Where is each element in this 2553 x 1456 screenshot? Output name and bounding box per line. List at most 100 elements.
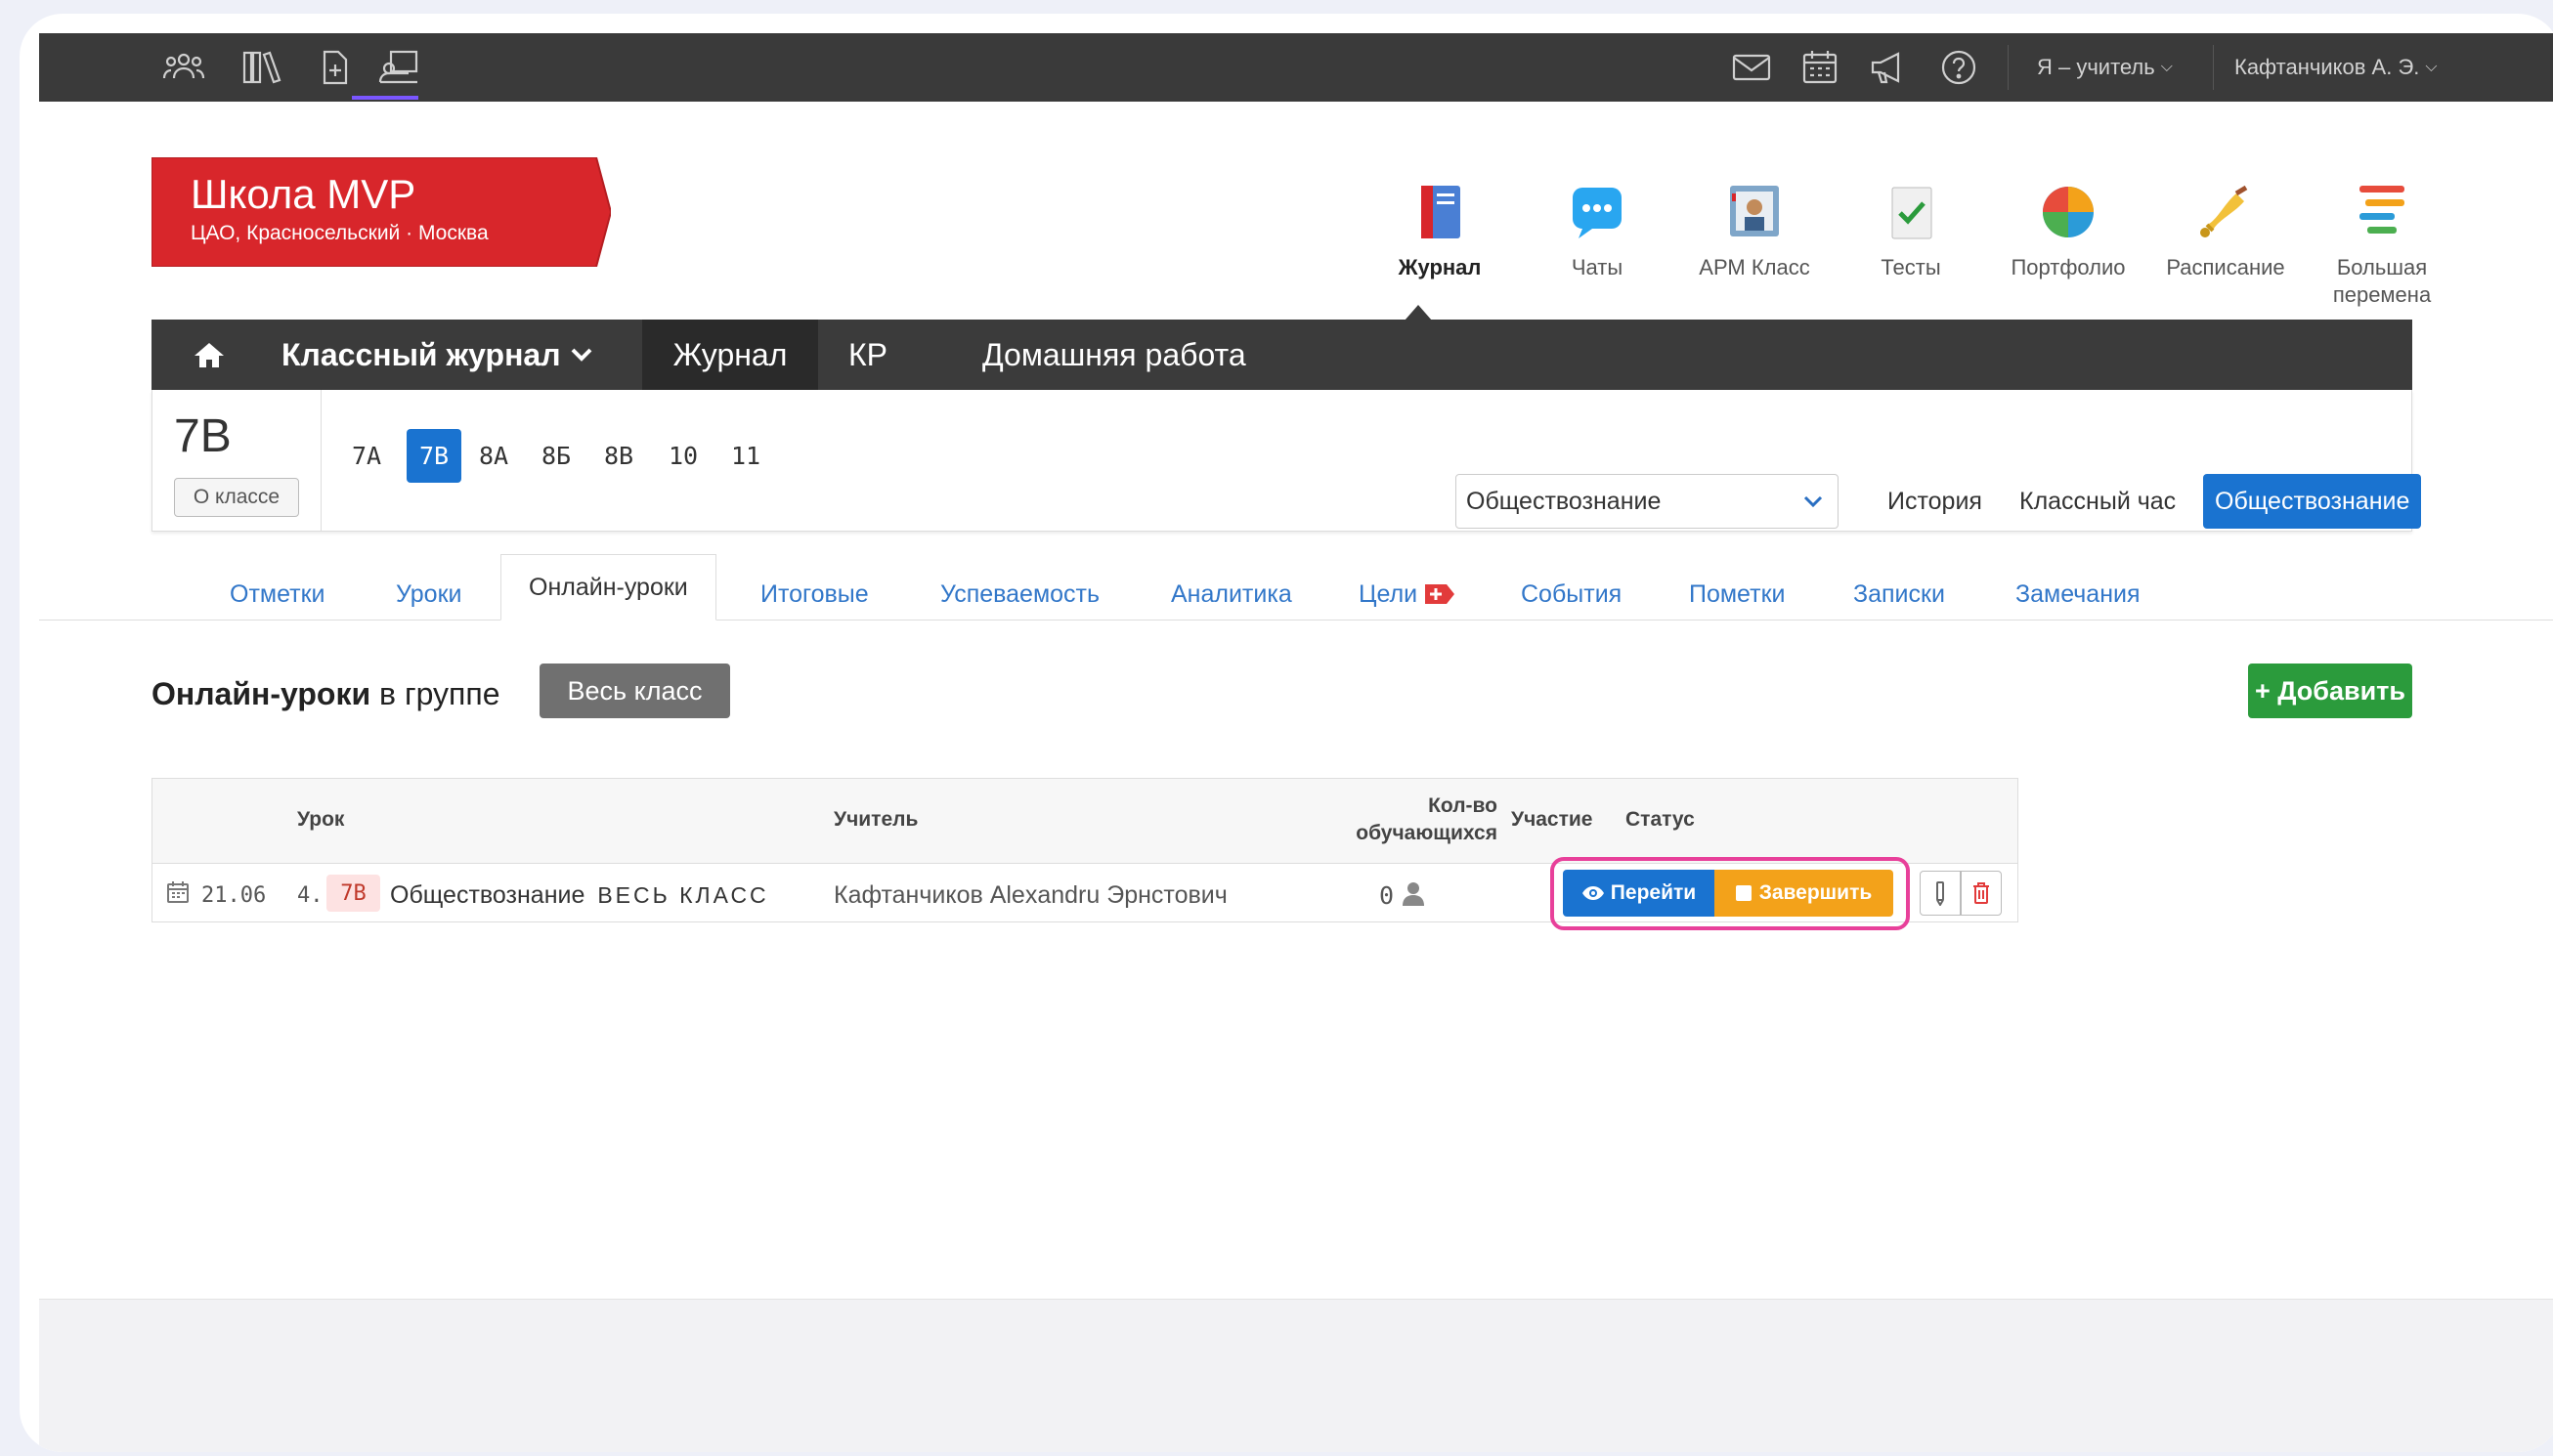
subject-history[interactable]: История <box>1887 474 1982 529</box>
group-selector-button[interactable]: Весь класс <box>540 664 730 718</box>
nav-kr-label: КР <box>848 336 887 372</box>
table-header: Урок Учитель Кол-во обучающихся Участие … <box>152 779 2017 864</box>
app-label: Журнал <box>1398 255 1482 279</box>
lesson-date: 21.06 <box>201 883 267 908</box>
lesson-number: 4. <box>297 883 324 908</box>
subject-class-hour[interactable]: Классный час <box>2019 474 2176 529</box>
class-8a[interactable]: 8А <box>473 429 514 483</box>
class-bar: 7В О классе 7А 7В 8А 8Б 8В 10 11 Обществ… <box>151 390 2422 532</box>
tab-progress[interactable]: Успеваемость <box>940 569 1100 620</box>
top-bar: Я – учитель ⌵ Кафтанчиков А. Э. ⌵ <box>39 33 2553 102</box>
pencil-icon <box>1936 881 1944 906</box>
school-name: Школа MVP <box>191 171 416 217</box>
app-label: Портфолио <box>2011 255 2126 279</box>
role-switcher[interactable]: Я – учитель ⌵ <box>2037 33 2173 102</box>
class-10[interactable]: 10 <box>663 429 704 483</box>
nav-homework[interactable]: Домашняя работа <box>982 320 1246 390</box>
subject-social-studies[interactable]: Обществознание <box>2203 474 2422 529</box>
user-menu[interactable]: Кафтанчиков А. Э. ⌵ <box>2234 33 2438 102</box>
eye-icon <box>1581 886 1604 900</box>
chevron-down-icon: ⌵ <box>2160 59 2173 75</box>
edit-button[interactable] <box>1920 871 1961 916</box>
tab-lessons[interactable]: Уроки <box>396 569 461 620</box>
subject-select[interactable]: Обществознание <box>1455 474 1839 529</box>
nav-journal-label: Журнал <box>672 336 788 372</box>
help-icon[interactable] <box>1937 49 1980 86</box>
stop-icon <box>1735 885 1752 901</box>
tab-notes[interactable]: Пометки <box>1689 569 1786 620</box>
nav-kr[interactable]: КР <box>848 320 887 390</box>
active-app-pointer <box>1405 305 1432 321</box>
chat-icon <box>1565 180 1629 244</box>
header-lesson: Урок <box>297 808 345 831</box>
tab-analytics[interactable]: Аналитика <box>1171 569 1292 620</box>
app-label: Тесты <box>1881 255 1941 279</box>
nav-homework-label: Домашняя работа <box>982 336 1246 372</box>
chevron-down-icon: ⌵ <box>2425 59 2438 75</box>
page-title-rest: в группе <box>370 676 500 711</box>
topbar-divider <box>2008 45 2009 90</box>
online-lessons-table: Урок Учитель Кол-во обучающихся Участие … <box>151 778 2018 930</box>
header-count-line1: Кол-во <box>1428 794 1497 817</box>
lesson-subject[interactable]: Обществознание ВЕСЬ КЛАСС <box>390 881 769 910</box>
app-portfolio[interactable]: Портфолио <box>1995 180 2142 281</box>
users-icon[interactable] <box>162 49 205 86</box>
footer <box>39 1299 2553 1452</box>
mail-icon[interactable] <box>1730 49 1773 86</box>
home-icon[interactable] <box>193 320 226 390</box>
tab-final[interactable]: Итоговые <box>760 569 869 620</box>
teacher-desk-icon[interactable] <box>377 49 420 86</box>
calendar-icon[interactable] <box>1798 49 1841 86</box>
role-label: Я – учитель <box>2037 55 2155 79</box>
school-logo[interactable]: Школа MVP ЦАО, Красносельский · Москва <box>151 157 611 267</box>
page-title: Онлайн-уроки в группе <box>151 676 500 712</box>
tab-online-lessons[interactable]: Онлайн-уроки <box>500 554 716 621</box>
about-class-button[interactable]: О классе <box>174 478 299 517</box>
tab-marks[interactable]: Отметки <box>230 569 325 620</box>
app-label: АРМ Класс <box>1699 255 1810 279</box>
app-tests[interactable]: Тесты <box>1838 180 1984 281</box>
app-label: Чаты <box>1571 255 1623 279</box>
app-label: Большая перемена <box>2332 255 2432 307</box>
header-teacher: Учитель <box>834 808 919 831</box>
tab-events[interactable]: События <box>1521 569 1622 620</box>
app-arm-class[interactable]: АРМ Класс <box>1681 180 1828 281</box>
screen: Я – учитель ⌵ Кафтанчиков А. Э. ⌵ Школа … <box>39 33 2553 1452</box>
tabs-divider <box>39 620 2553 621</box>
class-11[interactable]: 11 <box>725 429 766 483</box>
add-button[interactable]: + Добавить <box>2248 664 2412 718</box>
journal-dropdown[interactable]: Классный журнал <box>281 320 594 390</box>
megaphone-icon[interactable] <box>1867 49 1910 86</box>
delete-button[interactable] <box>1961 871 2002 916</box>
tab-goals[interactable]: Цели <box>1359 569 1455 620</box>
lesson-group: ВЕСЬ КЛАСС <box>597 882 769 908</box>
class-8v[interactable]: 8В <box>598 429 639 483</box>
class-8b[interactable]: 8Б <box>536 429 577 483</box>
nav-journal[interactable]: Журнал <box>642 320 818 390</box>
app-journal[interactable]: Журнал <box>1366 180 1513 281</box>
app-schedule[interactable]: Расписание <box>2152 180 2299 281</box>
finish-button[interactable]: Завершить <box>1714 870 1893 917</box>
class-7v[interactable]: 7В <box>407 429 461 483</box>
chevron-down-icon <box>1803 495 1823 508</box>
app-label: Расписание <box>2166 255 2285 279</box>
app-big-break[interactable]: Большая перемена <box>2309 180 2455 309</box>
bell-icon <box>2193 180 2258 244</box>
tab-memos[interactable]: Записки <box>1853 569 1945 620</box>
library-icon[interactable] <box>240 49 283 86</box>
subject-select-value: Обществознание <box>1466 487 1662 515</box>
go-button[interactable]: Перейти <box>1563 870 1714 917</box>
trash-icon <box>1973 882 1989 904</box>
chevron-down-icon <box>571 348 591 362</box>
topbar-divider <box>2213 45 2214 90</box>
tab-remarks[interactable]: Замечания <box>2015 569 2141 620</box>
header-participation: Участие <box>1511 808 1593 831</box>
lesson-subject-name: Обществознание <box>390 881 585 909</box>
app-chats[interactable]: Чаты <box>1524 180 1670 281</box>
go-button-label: Перейти <box>1610 881 1697 904</box>
tab-goals-label: Цели <box>1359 579 1418 608</box>
class-7a[interactable]: 7А <box>346 429 387 483</box>
calendar-icon <box>167 881 189 903</box>
add-document-icon[interactable] <box>313 49 356 86</box>
lesson-teacher: Кафтанчиков Alexandru Эрнстович <box>834 881 1228 909</box>
